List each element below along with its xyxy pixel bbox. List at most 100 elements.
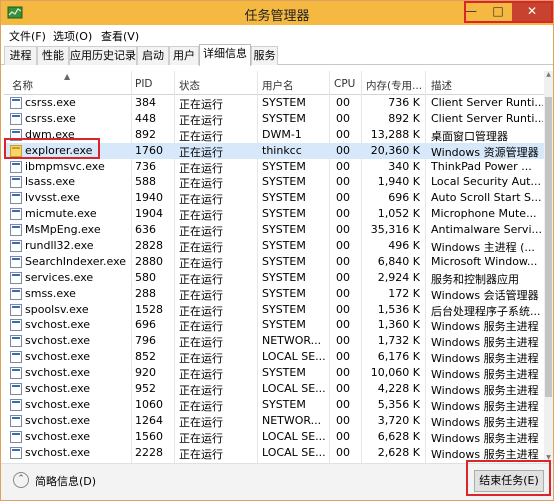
process-pid: 1760 [135, 143, 163, 157]
vertical-scrollbar[interactable]: ▲ ▼ [544, 71, 553, 463]
scroll-thumb[interactable] [545, 97, 552, 397]
tab-services[interactable]: 服务 [251, 46, 278, 65]
table-row[interactable]: svchost.exe 696 正在运行 SYSTEM 00 1,360 K Windows… [4, 317, 544, 333]
process-username: thinkcc [262, 143, 302, 157]
process-pid: 1560 [135, 429, 163, 443]
table-row[interactable]: smss.exe 288 正在运行 SYSTEM 00 172 K Windows 会话管理… [4, 286, 544, 302]
table-row[interactable]: lsass.exe 588 正在运行 SYSTEM 00 1,940 K Local Sec… [4, 174, 544, 190]
table-row[interactable]: svchost.exe 952 正在运行 LOCAL SE... 00 4,228 K Wi… [4, 381, 544, 397]
process-name: svchost.exe [25, 413, 91, 427]
process-description: Windows 会话管理器 [431, 288, 539, 302]
table-row[interactable]: services.exe 580 正在运行 SYSTEM 00 2,924 K 服务和控制器… [4, 270, 544, 286]
process-status: 正在运行 [179, 98, 223, 111]
process-status: 正在运行 [179, 145, 223, 159]
process-pid: 852 [135, 350, 156, 364]
process-cpu: 00 [336, 207, 350, 221]
column-header-memory[interactable]: 内存(专用... [366, 78, 422, 93]
process-icon [10, 208, 22, 221]
process-pid: 892 [135, 127, 156, 141]
tab-details[interactable]: 详细信息 [199, 44, 251, 66]
process-icon [10, 414, 22, 427]
process-pid: 1060 [135, 397, 163, 411]
process-description: Client Server Runti... [431, 96, 543, 109]
column-header-name[interactable]: 名称 [12, 78, 33, 93]
process-description: Microsoft Window... [431, 254, 538, 268]
tab-app-history[interactable]: 应用历史记录 [69, 46, 137, 65]
process-memory: 496 K [388, 239, 420, 253]
table-row[interactable]: svchost.exe 1560 正在运行 LOCAL SE... 00 6,628 K W… [4, 429, 544, 445]
process-cpu: 00 [336, 143, 350, 157]
process-pid: 920 [135, 366, 156, 380]
process-memory: 10,060 K [370, 366, 420, 380]
process-memory: 1,360 K [377, 318, 420, 332]
process-username: SYSTEM [262, 366, 306, 380]
column-header-username[interactable]: 用户名 [262, 78, 294, 93]
process-status: 正在运行 [179, 161, 223, 175]
column-header-status[interactable]: 状态 [179, 78, 200, 93]
process-name: services.exe [25, 270, 94, 284]
end-task-highlight [466, 460, 551, 496]
process-icon [10, 367, 22, 380]
table-row[interactable]: micmute.exe 1904 正在运行 SYSTEM 00 1,052 K Microp… [4, 206, 544, 222]
column-header-pid[interactable]: PID [135, 78, 153, 90]
process-name: svchost.exe [25, 429, 91, 443]
close-button-highlight [464, 1, 553, 23]
tab-processes[interactable]: 进程 [4, 46, 37, 65]
process-name: SearchIndexer.exe [25, 254, 127, 268]
table-row[interactable]: SearchIndexer.exe 2880 正在运行 SYSTEM 00 6,840 K… [4, 254, 544, 270]
process-cpu: 00 [336, 175, 350, 189]
process-pid: 952 [135, 382, 156, 396]
process-cpu: 00 [336, 413, 350, 427]
process-icon [10, 240, 22, 253]
table-row[interactable]: lvvsst.exe 1940 正在运行 SYSTEM 00 696 K Auto Scro… [4, 190, 544, 206]
process-status: 正在运行 [179, 113, 223, 127]
process-icon [10, 97, 22, 109]
process-name: MsMpEng.exe [25, 223, 101, 237]
table-row[interactable]: rundll32.exe 2828 正在运行 SYSTEM 00 496 K Windows… [4, 238, 544, 254]
table-row[interactable]: spoolsv.exe 1528 正在运行 SYSTEM 00 1,536 K 后台处理程序… [4, 302, 544, 318]
fewer-details-link[interactable]: 简略信息(D) [35, 473, 96, 489]
process-memory: 4,228 K [377, 382, 420, 396]
table-row[interactable]: MsMpEng.exe 636 正在运行 SYSTEM 00 35,316 K Antima… [4, 222, 544, 238]
process-status: 正在运行 [179, 368, 223, 382]
tab-startup[interactable]: 启动 [137, 46, 169, 65]
tab-users[interactable]: 用户 [169, 46, 199, 65]
process-username: SYSTEM [262, 207, 306, 221]
menu-file[interactable]: 文件(F) [9, 28, 46, 44]
process-status: 正在运行 [179, 288, 223, 302]
process-description: Antimalware Servi... [431, 223, 542, 237]
menu-view[interactable]: 查看(V) [101, 28, 139, 44]
table-row[interactable]: csrss.exe 448 正在运行 SYSTEM 00 892 K Client Serv… [4, 111, 544, 127]
table-row[interactable]: svchost.exe 2228 正在运行 LOCAL SE... 00 2,628 KW… [4, 445, 544, 461]
scroll-up-icon[interactable]: ▲ [544, 71, 553, 80]
process-status: 正在运行 [179, 431, 223, 445]
menu-options[interactable]: 选项(O) [53, 28, 92, 44]
process-icon [10, 351, 22, 364]
process-pid: 2228 [135, 445, 163, 459]
table-row[interactable]: svchost.exe 1264 正在运行 NETWOR... 00 3,720 K Win… [4, 413, 544, 429]
process-cpu: 00 [336, 382, 350, 396]
table-row[interactable]: svchost.exe 796 正在运行 NETWOR... 00 1,732 K Wind… [4, 333, 544, 349]
process-cpu: 00 [336, 366, 350, 380]
column-header-cpu[interactable]: CPU [334, 78, 355, 90]
table-row[interactable]: csrss.exe 384 正在运行 SYSTEM 00 736 K Client Serv… [4, 95, 544, 111]
table-row[interactable]: svchost.exe 852 正在运行 LOCAL SE... 00 6,176 K Wi… [4, 349, 544, 365]
process-icon [10, 319, 22, 332]
menu-bar: 文件(F) 选项(O) 查看(V) [1, 25, 553, 44]
process-cpu: 00 [336, 159, 350, 173]
table-row[interactable]: ibmpmsvc.exe 736 正在运行 SYSTEM 00 340 K ThinkPad… [4, 159, 544, 175]
column-header-description[interactable]: 描述 [431, 78, 452, 93]
process-description: Windows 资源管理器 [431, 145, 539, 159]
process-cpu: 00 [336, 350, 350, 364]
tab-performance[interactable]: 性能 [37, 46, 69, 65]
table-row[interactable]: svchost.exe 1060 正在运行 SYSTEM 00 5,356 K Window… [4, 397, 544, 413]
table-row[interactable]: svchost.exe 920 正在运行 SYSTEM 00 10,060 K Window… [4, 365, 544, 381]
process-pid: 736 [135, 159, 156, 173]
chevron-up-icon[interactable]: ⌃ [13, 472, 29, 488]
process-description: Windows 服务主进程 [431, 384, 539, 398]
process-cpu: 00 [336, 254, 350, 268]
process-memory: 20,360 K [370, 143, 420, 157]
process-icon [10, 287, 22, 300]
process-name: smss.exe [25, 286, 76, 300]
process-pid: 1528 [135, 302, 163, 316]
